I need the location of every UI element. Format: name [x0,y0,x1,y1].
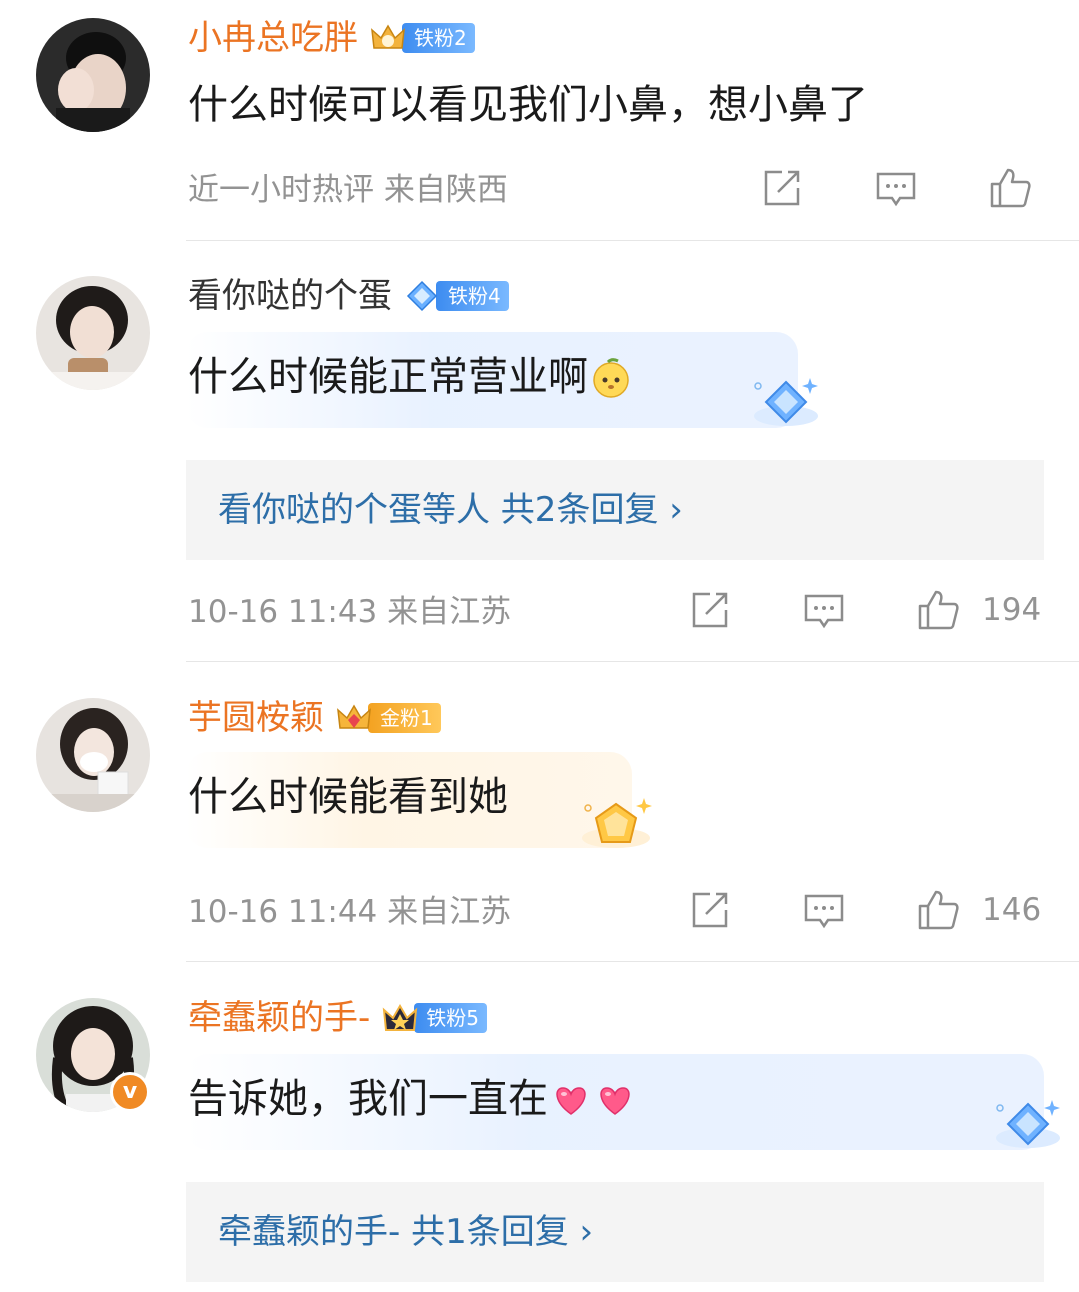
verified-icon: v [110,1072,150,1112]
crown-badge-icon [337,704,371,729]
comment-text: 告诉她，我们一直在 [188,1076,548,1122]
comment-icon[interactable] [802,888,846,932]
reply-summary-link[interactable]: 牵蠢颖的手- 共1条回复 › [218,1212,593,1252]
comment-text: 什么时候可以看见我们小鼻，想小鼻了 [188,82,868,128]
comment-text: 什么时候能正常营业啊 [188,354,588,400]
comment-bubble: 什么时候能看到她 [186,752,632,848]
diamond-decoration-icon [996,1100,1060,1148]
action-bar: 194 [0,588,1079,638]
comment-icon[interactable] [802,588,846,632]
username-row: 牵蠢颖的手- 铁粉5 [188,996,488,1040]
comment-text-row: 告诉她，我们一直在 [188,1054,1030,1144]
username[interactable]: 小冉总吃胖 [188,16,358,60]
diamond-badge-icon [406,280,438,312]
action-bar: 146 [0,888,1079,938]
divider [186,661,1079,662]
reply-summary-link[interactable]: 看你哒的个蛋等人 共2条回复 › [218,490,683,530]
crown-badge-icon [371,24,405,49]
avatar[interactable] [36,276,150,390]
username[interactable]: 牵蠢颖的手- [188,996,370,1040]
pear-face-emoji-icon [593,358,629,398]
forward-icon[interactable] [760,166,804,210]
divider [186,240,1079,241]
like-icon[interactable] [916,588,960,632]
fan-badge-label: 铁粉5 [414,1003,488,1033]
like-icon[interactable] [988,166,1032,210]
username-row: 看你哒的个蛋 铁粉4 [188,274,509,318]
diamond-decoration-icon [754,378,818,426]
fan-badge-label: 铁粉2 [402,23,475,53]
fan-badge-label: 金粉1 [368,703,441,733]
comment-bubble: 什么时候可以看见我们小鼻，想小鼻了 [186,60,882,150]
comment-text: 什么时候能看到她 [188,774,508,820]
fan-badge[interactable]: 铁粉4 [402,278,509,314]
comment-bubble: 什么时候能正常营业啊 [186,332,798,428]
fan-badge[interactable]: 金粉1 [334,700,441,736]
fan-badge[interactable]: 铁粉5 [380,1000,488,1036]
action-bar [0,166,1079,216]
fan-badge[interactable]: 铁粉2 [368,20,475,56]
comment-text-row: 什么时候能正常营业啊 [188,332,784,422]
like-icon[interactable] [916,888,960,932]
fan-badge-label: 铁粉4 [436,281,509,311]
comment-icon[interactable] [874,166,918,210]
heart-emoji-icon [600,1087,630,1115]
like-count: 146 [982,892,1042,928]
username-row: 芋圆桉颖 金粉1 [188,696,441,740]
gold-badge-decoration-icon [582,798,652,848]
username-row: 小冉总吃胖 铁粉2 [188,16,475,60]
avatar[interactable] [36,18,150,132]
divider [186,961,1079,962]
username[interactable]: 看你哒的个蛋 [188,274,392,318]
reply-summary-box[interactable]: 看你哒的个蛋等人 共2条回复 › [186,460,1044,560]
forward-icon[interactable] [688,588,732,632]
reply-summary-box[interactable]: 牵蠢颖的手- 共1条回复 › [186,1182,1044,1282]
avatar[interactable] [36,698,150,812]
like-count: 194 [982,592,1042,628]
heart-emoji-icon [556,1087,586,1115]
comment-bubble: 告诉她，我们一直在 [186,1054,1044,1150]
forward-icon[interactable] [688,888,732,932]
crown-badge-icon [383,1004,418,1031]
username[interactable]: 芋圆桉颖 [188,696,324,740]
